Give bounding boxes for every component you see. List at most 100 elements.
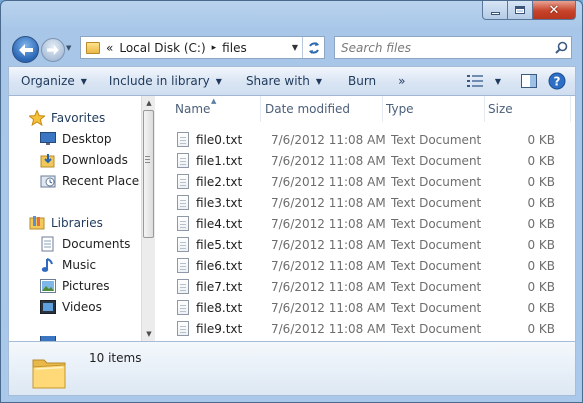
details-view-icon — [467, 75, 483, 87]
sort-ascending-icon: ▲ — [211, 97, 217, 105]
file-row[interactable]: file7.txt 7/6/2012 11:08 AM Text Documen… — [171, 276, 571, 297]
maximize-button[interactable] — [508, 1, 533, 20]
nav-recent-places[interactable]: Recent Places — [40, 171, 140, 191]
refresh-icon — [308, 41, 319, 54]
file-list: ▲ Name Date modified Type Size file0.txt… — [157, 96, 575, 341]
file-date: 7/6/2012 11:08 AM — [271, 195, 386, 210]
scrollbar-thumb[interactable] — [143, 110, 154, 238]
nav-music[interactable]: Music — [40, 255, 96, 275]
column-header-name[interactable]: ▲ Name — [157, 96, 261, 122]
nav-favorites[interactable]: Favorites — [29, 108, 105, 128]
folder-icon — [32, 359, 66, 389]
address-overflow[interactable]: « — [106, 41, 113, 55]
file-row[interactable]: file8.txt 7/6/2012 11:08 AM Text Documen… — [171, 297, 571, 318]
svg-text:?: ? — [554, 75, 561, 89]
column-header-size[interactable]: Size — [485, 96, 571, 122]
file-row[interactable]: file3.txt 7/6/2012 11:08 AM Text Documen… — [171, 192, 571, 213]
scroll-down-icon[interactable]: ▼ — [142, 327, 156, 341]
file-name: file6.txt — [196, 258, 243, 273]
file-size: 0 KB — [527, 300, 555, 315]
view-options-dropdown[interactable]: ▼ — [489, 67, 507, 95]
close-icon: ✕ — [548, 2, 560, 18]
file-type: Text Document — [391, 132, 482, 147]
file-size: 0 KB — [527, 153, 555, 168]
nav-pictures[interactable]: Pictures — [40, 276, 110, 296]
refresh-button[interactable] — [302, 37, 324, 58]
file-row[interactable]: file4.txt 7/6/2012 11:08 AM Text Documen… — [171, 213, 571, 234]
nav-documents[interactable]: Documents — [40, 234, 130, 254]
nav-libraries[interactable]: Libraries — [29, 213, 103, 233]
breadcrumb-files[interactable]: files — [222, 41, 247, 55]
pictures-icon — [40, 278, 56, 294]
search-input[interactable] — [341, 38, 551, 57]
file-type: Text Document — [391, 195, 482, 210]
nav-videos-label: Videos — [62, 300, 102, 314]
burn-button[interactable]: Burn — [340, 67, 384, 95]
file-row[interactable]: file6.txt 7/6/2012 11:08 AM Text Documen… — [171, 255, 571, 276]
column-type-label: Type — [386, 102, 414, 116]
caption-buttons: ✕ — [482, 1, 576, 21]
nav-desktop-label: Desktop — [62, 132, 112, 146]
text-file-icon — [177, 153, 189, 168]
text-file-icon — [177, 258, 189, 273]
nav-downloads-label: Downloads — [62, 153, 128, 167]
share-with-button[interactable]: Share with ▼ — [238, 67, 330, 95]
file-name: file8.txt — [196, 300, 243, 315]
nav-downloads[interactable]: Downloads — [40, 150, 128, 170]
forward-button[interactable] — [41, 38, 65, 62]
file-row[interactable]: file5.txt 7/6/2012 11:08 AM Text Documen… — [171, 234, 571, 255]
nav-documents-label: Documents — [62, 237, 131, 251]
help-icon: ? — [548, 72, 566, 90]
nav-videos[interactable]: Videos — [40, 297, 102, 317]
nav-desktop[interactable]: Desktop — [40, 129, 112, 149]
file-name: file4.txt — [196, 216, 243, 231]
back-button[interactable] — [12, 36, 39, 63]
change-view-button[interactable] — [461, 67, 489, 95]
preview-pane-button[interactable] — [515, 67, 543, 95]
maximize-icon — [515, 6, 525, 14]
share-with-label: Share with — [245, 74, 310, 88]
close-button[interactable]: ✕ — [533, 1, 576, 20]
chevron-down-icon[interactable]: ▼ — [292, 43, 298, 52]
column-header-date-modified[interactable]: Date modified — [261, 96, 383, 122]
navigation-scrollbar[interactable]: ▲ ▼ — [141, 96, 155, 341]
file-date: 7/6/2012 11:08 AM — [271, 279, 386, 294]
scroll-up-icon[interactable]: ▲ — [142, 96, 156, 110]
nav-music-label: Music — [62, 258, 97, 272]
chevron-down-icon: ▼ — [80, 76, 87, 86]
file-row[interactable]: file9.txt 7/6/2012 11:08 AM Text Documen… — [171, 318, 571, 339]
column-header-type[interactable]: Type — [383, 96, 485, 122]
more-commands-button[interactable]: » — [390, 67, 413, 95]
nav-recent-places-label: Recent Places — [62, 174, 140, 188]
nav-pictures-label: Pictures — [62, 279, 110, 293]
help-button[interactable]: ? — [543, 67, 571, 95]
breadcrumb-local-disk[interactable]: Local Disk (C:) — [119, 41, 205, 55]
file-row[interactable]: file2.txt 7/6/2012 11:08 AM Text Documen… — [171, 171, 571, 192]
search-icon[interactable] — [551, 41, 571, 54]
videos-icon — [40, 299, 56, 315]
text-file-icon — [177, 321, 189, 336]
file-size: 0 KB — [527, 132, 555, 147]
file-name: file0.txt — [196, 132, 243, 147]
recent-pages-dropdown[interactable]: ▼ — [66, 44, 71, 52]
view-controls: ▼ ? — [461, 67, 575, 95]
file-type: Text Document — [391, 216, 482, 231]
minimize-button[interactable] — [482, 1, 508, 20]
file-size: 0 KB — [527, 216, 555, 231]
include-in-library-label: Include in library — [108, 74, 210, 88]
file-name: file5.txt — [196, 237, 243, 252]
address-bar[interactable]: « Local Disk (C:) ▸ files ▼ — [80, 36, 325, 59]
search-box[interactable] — [334, 36, 572, 59]
column-name-label: Name — [175, 102, 211, 116]
text-file-icon — [177, 279, 189, 294]
column-date-label: Date modified — [265, 102, 351, 116]
file-row[interactable]: file0.txt 7/6/2012 11:08 AM Text Documen… — [171, 129, 571, 150]
include-in-library-button[interactable]: Include in library ▼ — [101, 67, 230, 95]
breadcrumb-separator-icon[interactable]: ▸ — [212, 43, 217, 53]
file-name: file7.txt — [196, 279, 243, 294]
file-row[interactable]: file1.txt 7/6/2012 11:08 AM Text Documen… — [171, 150, 571, 171]
file-size: 0 KB — [527, 174, 555, 189]
organize-button[interactable]: Organize ▼ — [9, 67, 95, 95]
file-size: 0 KB — [527, 321, 555, 336]
file-size: 0 KB — [527, 258, 555, 273]
